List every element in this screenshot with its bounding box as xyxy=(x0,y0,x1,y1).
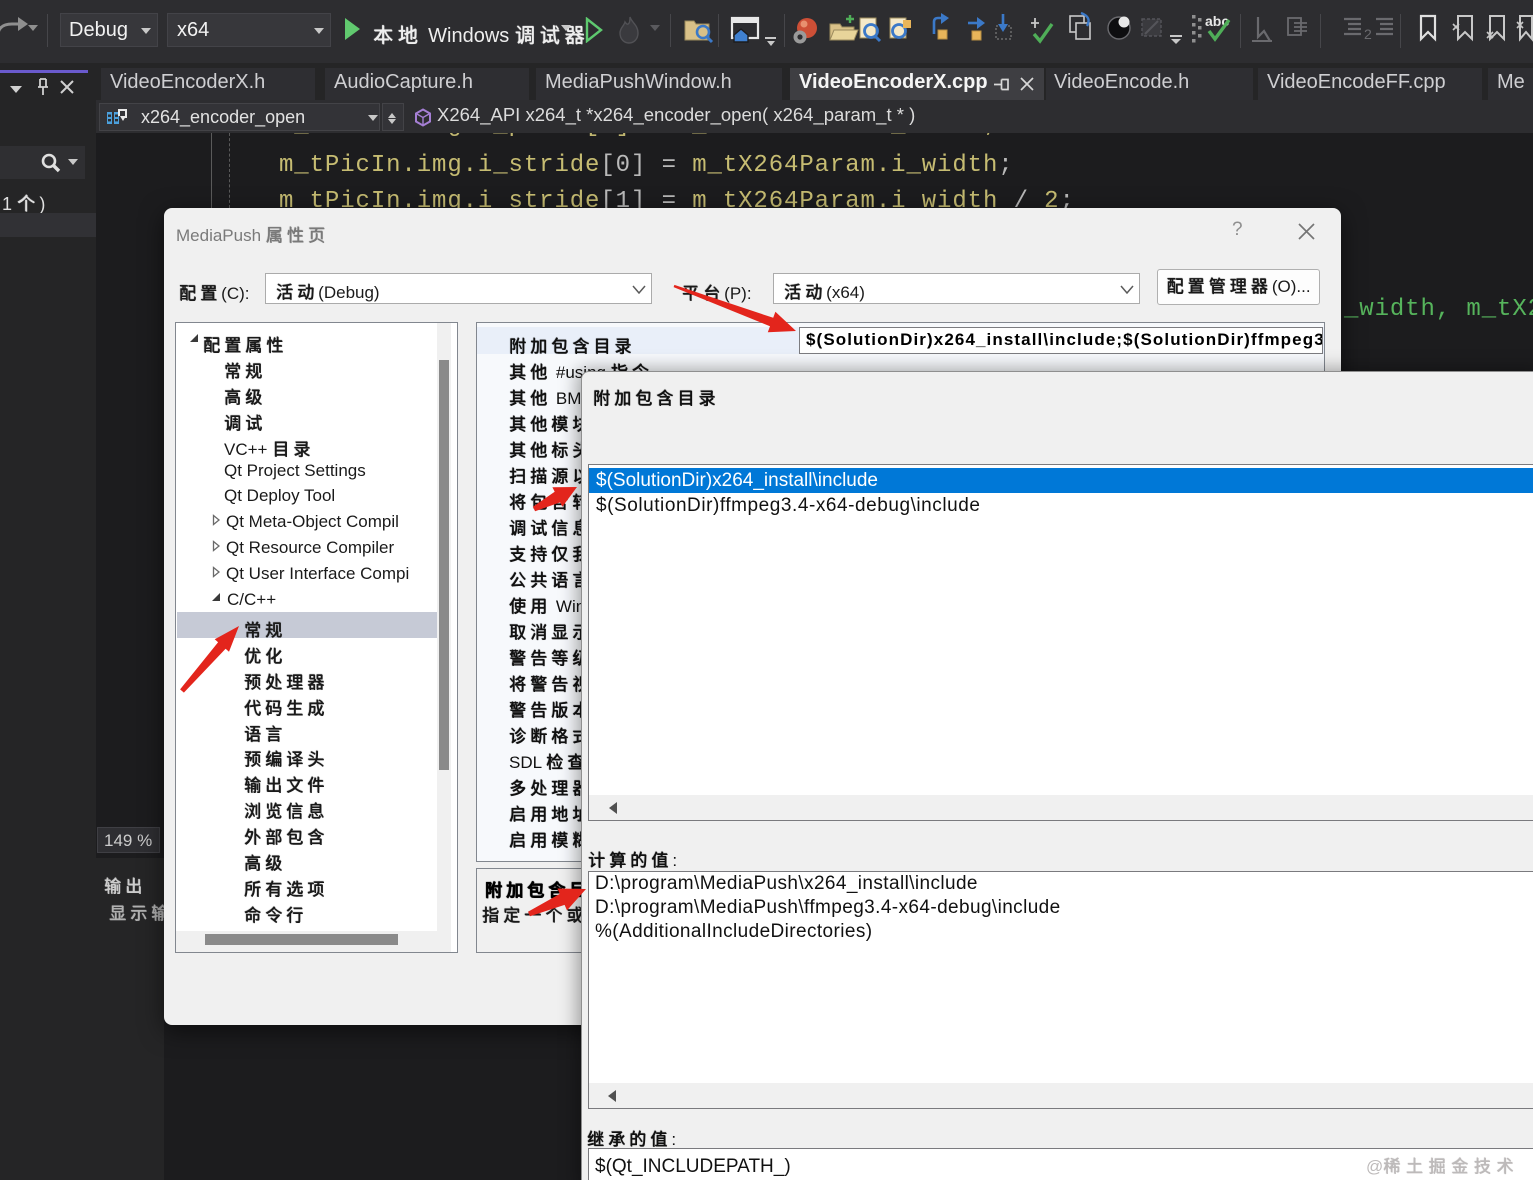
svg-text:2: 2 xyxy=(1364,26,1372,42)
